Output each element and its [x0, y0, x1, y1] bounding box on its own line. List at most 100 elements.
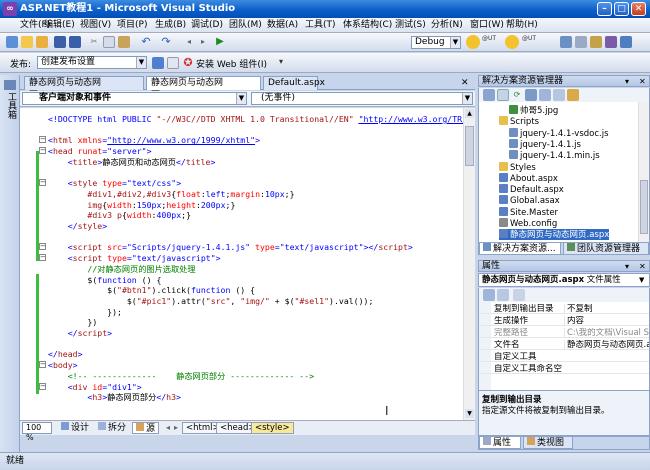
- tab-solution-explorer[interactable]: 解决方案资源...: [479, 242, 561, 255]
- menu-item-10[interactable]: 测试(S): [395, 19, 426, 32]
- categorized-icon[interactable]: [483, 289, 495, 301]
- save-icon[interactable]: [54, 36, 66, 48]
- close-panel-icon[interactable]: ✕: [639, 261, 646, 272]
- properties-object-select[interactable]: 静态网页与动态网页.aspx 文件属性 ▼: [478, 273, 650, 287]
- properties-icon[interactable]: [483, 89, 495, 101]
- tab-class-view[interactable]: 类视图: [523, 436, 573, 449]
- property-row[interactable]: 完整路径 C:\我的文档\Visual Stu: [479, 328, 649, 338]
- menu-item-13[interactable]: 帮助(H): [506, 19, 538, 32]
- menu-item-4[interactable]: 生成(B): [155, 19, 186, 32]
- show-all-files-icon[interactable]: [497, 89, 509, 101]
- collapse-region-icon[interactable]: −: [39, 136, 46, 144]
- minimize-button[interactable]: –: [597, 2, 612, 16]
- collapse-region-icon[interactable]: −: [39, 243, 46, 251]
- menu-item-7[interactable]: 数据(A): [267, 19, 298, 32]
- collapse-region-icon[interactable]: −: [39, 254, 46, 262]
- solution-tree-scrollbar[interactable]: [638, 102, 649, 242]
- close-document-icon[interactable]: ✕: [461, 78, 469, 88]
- tab-design[interactable]: 设计: [58, 422, 92, 434]
- properties-window-icon[interactable]: [575, 36, 587, 48]
- open-file-icon[interactable]: [36, 36, 48, 48]
- navigate-back-icon[interactable]: ◂: [183, 36, 195, 48]
- tree-item[interactable]: About.aspx: [499, 172, 558, 184]
- tree-item[interactable]: Scripts: [499, 116, 539, 127]
- save-all-icon[interactable]: [69, 36, 81, 48]
- tree-scroll-thumb[interactable]: [640, 180, 648, 234]
- tab-team-explorer[interactable]: 团队资源管理器: [563, 242, 649, 255]
- collapse-region-icon[interactable]: −: [39, 361, 46, 369]
- tab-document-2[interactable]: Default.aspx: [263, 76, 325, 90]
- start-debugging-icon[interactable]: ▶: [214, 36, 226, 48]
- close-button[interactable]: ✕: [631, 2, 646, 16]
- client-objects-select[interactable]: 客户端对象和事件 ▼: [22, 92, 247, 105]
- toolbar-overflow-icon[interactable]: ▾: [279, 57, 283, 66]
- publish-settings-icon[interactable]: [167, 57, 179, 69]
- view-designer-icon[interactable]: [553, 89, 565, 101]
- tree-item[interactable]: jquery-1.4.1.js: [509, 138, 581, 150]
- tab-document-0[interactable]: 静态网页与动态网页.aspx.vb: [24, 76, 144, 101]
- toolbox-label[interactable]: 工具箱: [2, 92, 18, 119]
- refresh-icon[interactable]: ⟳: [511, 89, 523, 101]
- tab-properties[interactable]: 属性: [479, 436, 521, 449]
- redo-icon[interactable]: ↷: [160, 36, 172, 48]
- close-panel-icon[interactable]: ✕: [639, 76, 646, 87]
- property-row[interactable]: 生成操作 内容: [479, 316, 649, 326]
- tag-nav-right-icon[interactable]: ▸: [174, 423, 178, 432]
- pin-icon[interactable]: ▾: [625, 76, 629, 87]
- add-item-icon[interactable]: [21, 36, 33, 48]
- paste-icon[interactable]: [118, 36, 130, 48]
- tree-item[interactable]: Global.asax: [499, 195, 560, 206]
- collapse-region-icon[interactable]: −: [39, 147, 46, 155]
- tree-item[interactable]: jquery-1.4.1-vsdoc.js: [509, 127, 609, 139]
- install-web-components-icon[interactable]: ✪: [182, 57, 194, 69]
- scroll-thumb[interactable]: [465, 126, 474, 166]
- property-row[interactable]: 复制到输出目录 不复制: [479, 304, 649, 314]
- extension-manager-icon[interactable]: [620, 36, 632, 48]
- alphabetical-icon[interactable]: [497, 289, 509, 301]
- maximize-button[interactable]: □: [614, 2, 629, 16]
- tree-item[interactable]: Web.config: [499, 218, 557, 229]
- pin-icon[interactable]: ▾: [625, 261, 629, 272]
- tree-item[interactable]: Styles: [499, 161, 536, 173]
- tab-split[interactable]: 拆分: [95, 422, 129, 434]
- menu-item-8[interactable]: 工具(T): [305, 19, 336, 32]
- nest-related-files-icon[interactable]: [525, 89, 537, 101]
- object-browser-icon[interactable]: [605, 36, 617, 48]
- solution-configuration-select[interactable]: Debug ▼: [411, 36, 461, 49]
- scroll-down-icon[interactable]: ▼: [465, 409, 474, 418]
- tree-item[interactable]: 静态网页与动态网页.aspx: [499, 229, 610, 241]
- view-code-icon[interactable]: [539, 89, 551, 101]
- code-editor[interactable]: <!DOCTYPE html PUBLIC "-//W3C//DTD XHTML…: [20, 108, 475, 420]
- collapse-region-icon[interactable]: −: [39, 179, 46, 187]
- solution-explorer-icon[interactable]: [560, 36, 572, 48]
- menu-item-1[interactable]: 编辑(E): [44, 19, 75, 32]
- menu-item-9[interactable]: 体系结构(C): [343, 19, 392, 32]
- editor-vertical-scrollbar[interactable]: ▲ ▼: [463, 108, 475, 420]
- tab-document-1[interactable]: 静态网页与动态网页.aspx: [146, 76, 261, 101]
- scroll-up-icon[interactable]: ▲: [465, 109, 474, 118]
- property-row[interactable]: 文件名 静态网页与动态网页.a: [479, 340, 649, 350]
- property-row[interactable]: 自定义工具: [479, 352, 649, 362]
- menu-item-11[interactable]: 分析(N): [431, 19, 463, 32]
- tag-style-button[interactable]: <style>: [251, 422, 294, 434]
- zoom-select[interactable]: 100 %: [22, 422, 52, 442]
- events-select[interactable]: (无事件) ▼: [251, 92, 473, 105]
- tree-item[interactable]: Site.Master: [499, 206, 558, 218]
- cut-icon[interactable]: ✂: [88, 36, 100, 48]
- tag-nav-left-icon[interactable]: ◂: [166, 423, 170, 432]
- tree-item[interactable]: 帅哥5.jpg: [509, 105, 558, 116]
- collapse-region-icon[interactable]: −: [39, 382, 46, 390]
- menu-item-2[interactable]: 视图(V): [80, 19, 111, 32]
- menu-item-12[interactable]: 窗口(W): [470, 19, 504, 32]
- new-project-icon[interactable]: [6, 36, 18, 48]
- property-pages-icon[interactable]: [513, 289, 525, 301]
- menu-item-3[interactable]: 项目(P): [117, 19, 147, 32]
- menu-item-5[interactable]: 调试(D): [191, 19, 223, 32]
- install-web-components-button[interactable]: 安装 Web 组件(I): [196, 57, 267, 70]
- undo-icon[interactable]: ↶: [140, 36, 152, 48]
- property-row[interactable]: 自定义工具命名空: [479, 364, 649, 374]
- publish-web-icon[interactable]: [152, 57, 164, 69]
- tab-source[interactable]: 源: [132, 422, 160, 434]
- toolbox-icon[interactable]: [590, 36, 602, 48]
- copy-website-icon[interactable]: [567, 89, 579, 101]
